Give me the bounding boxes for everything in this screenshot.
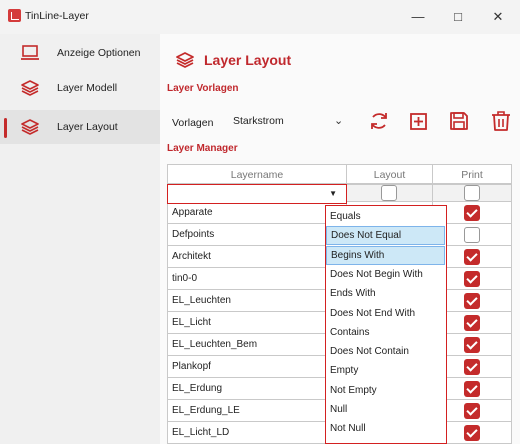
vorlagen-label: Vorlagen <box>172 117 214 129</box>
column-header-layername[interactable]: Layername <box>167 164 347 184</box>
layer-name: EL_Leuchten <box>172 295 231 306</box>
layer-name: Plankopf <box>172 361 211 372</box>
filter-option[interactable]: Equals <box>326 207 445 226</box>
layers-icon <box>176 52 194 68</box>
title-bar: TinLine-Layer — □ ✕ <box>0 0 520 34</box>
layers-icon <box>21 119 39 135</box>
filter-cell-layout <box>346 184 433 202</box>
app-logo-icon <box>8 9 21 22</box>
sidebar-item-label: Layer Modell <box>57 82 118 94</box>
save-icon[interactable] <box>446 108 472 134</box>
layername-cell: EL_Licht_LD <box>167 422 347 444</box>
sidebar-item-layer-modell[interactable]: Layer Modell <box>0 71 160 105</box>
filter-option[interactable]: Does Not Contain <box>326 342 445 361</box>
layer-name: Defpoints <box>172 229 215 240</box>
print-checkbox[interactable] <box>464 227 480 243</box>
layername-cell: Architekt <box>167 246 347 268</box>
layer-name: EL_Erdung <box>172 383 223 394</box>
layer-name: EL_Licht <box>172 317 211 328</box>
layer-name: tin0-0 <box>172 273 198 284</box>
layername-filter-input[interactable]: ▼ <box>167 184 347 204</box>
monitor-icon <box>21 45 39 60</box>
sidebar-item-label: Anzeige Optionen <box>57 47 141 59</box>
print-checkbox[interactable] <box>464 403 480 419</box>
filter-option[interactable]: Ends With <box>326 284 445 303</box>
section-title-manager: Layer Manager <box>167 143 238 154</box>
sidebar-item-anzeige-optionen[interactable]: Anzeige Optionen <box>0 36 160 70</box>
print-checkbox[interactable] <box>464 205 480 221</box>
layername-cell: EL_Leuchten_Bem <box>167 334 347 356</box>
minimize-button[interactable]: — <box>398 5 438 29</box>
section-title-vorlagen: Layer Vorlagen <box>167 83 239 94</box>
page-title: Layer Layout <box>204 52 292 68</box>
filter-option[interactable]: Not Null <box>326 419 445 438</box>
window-title: TinLine-Layer <box>25 10 89 22</box>
print-filter-checkbox[interactable] <box>464 185 480 201</box>
layername-cell: EL_Licht <box>167 312 347 334</box>
delete-icon[interactable] <box>488 108 514 134</box>
filter-option[interactable]: Contains <box>326 323 445 342</box>
layer-name: EL_Leuchten_Bem <box>172 339 258 350</box>
layername-cell: tin0-0 <box>167 268 347 290</box>
sidebar-item-layer-layout[interactable]: Layer Layout <box>0 110 160 144</box>
filter-option[interactable]: Not Empty <box>326 381 445 400</box>
layer-name: EL_Licht_LD <box>172 427 230 438</box>
print-checkbox[interactable] <box>464 337 480 353</box>
filter-option[interactable]: Does Not Equal <box>326 226 445 246</box>
filter-option[interactable]: Does Not End With <box>326 304 445 323</box>
layername-cell: Plankopf <box>167 356 347 378</box>
print-checkbox[interactable] <box>464 249 480 265</box>
filter-option[interactable]: Empty <box>326 361 445 380</box>
refresh-icon[interactable] <box>366 108 392 134</box>
column-header-print[interactable]: Print <box>432 164 512 184</box>
filter-option[interactable]: Null <box>326 400 445 419</box>
chevron-down-icon[interactable]: ⌄ <box>334 114 343 127</box>
filter-operator-dropdown: Equals Does Not Equal Begins With Does Not … <box>325 205 447 444</box>
maximize-button[interactable]: □ <box>438 5 478 29</box>
layout-filter-checkbox[interactable] <box>381 185 397 201</box>
vorlagen-select[interactable]: Starkstrom <box>233 115 284 127</box>
layer-name: Apparate <box>172 207 213 218</box>
layername-cell: Defpoints <box>167 224 347 246</box>
layername-cell: Apparate <box>167 202 347 224</box>
print-checkbox[interactable] <box>464 293 480 309</box>
sidebar-item-label: Layer Layout <box>57 121 118 133</box>
layername-cell: EL_Erdung_LE <box>167 400 347 422</box>
layers-icon <box>21 80 39 96</box>
layername-cell: EL_Erdung <box>167 378 347 400</box>
print-checkbox[interactable] <box>464 359 480 375</box>
layername-cell: EL_Leuchten <box>167 290 347 312</box>
print-checkbox[interactable] <box>464 315 480 331</box>
print-checkbox[interactable] <box>464 425 480 441</box>
layer-name: EL_Erdung_LE <box>172 405 240 416</box>
print-checkbox[interactable] <box>464 381 480 397</box>
close-button[interactable]: ✕ <box>478 5 518 29</box>
print-checkbox[interactable] <box>464 271 480 287</box>
filter-option[interactable]: Does Not Begin With <box>326 265 445 284</box>
sidebar: Anzeige Optionen Layer Modell Layer Layo… <box>0 34 160 444</box>
column-header-layout[interactable]: Layout <box>346 164 433 184</box>
add-icon[interactable] <box>406 108 432 134</box>
filter-option[interactable]: Begins With <box>326 245 445 265</box>
dropdown-arrow-icon[interactable]: ▼ <box>329 189 337 198</box>
layer-name: Architekt <box>172 251 211 262</box>
filter-cell-print <box>432 184 512 202</box>
